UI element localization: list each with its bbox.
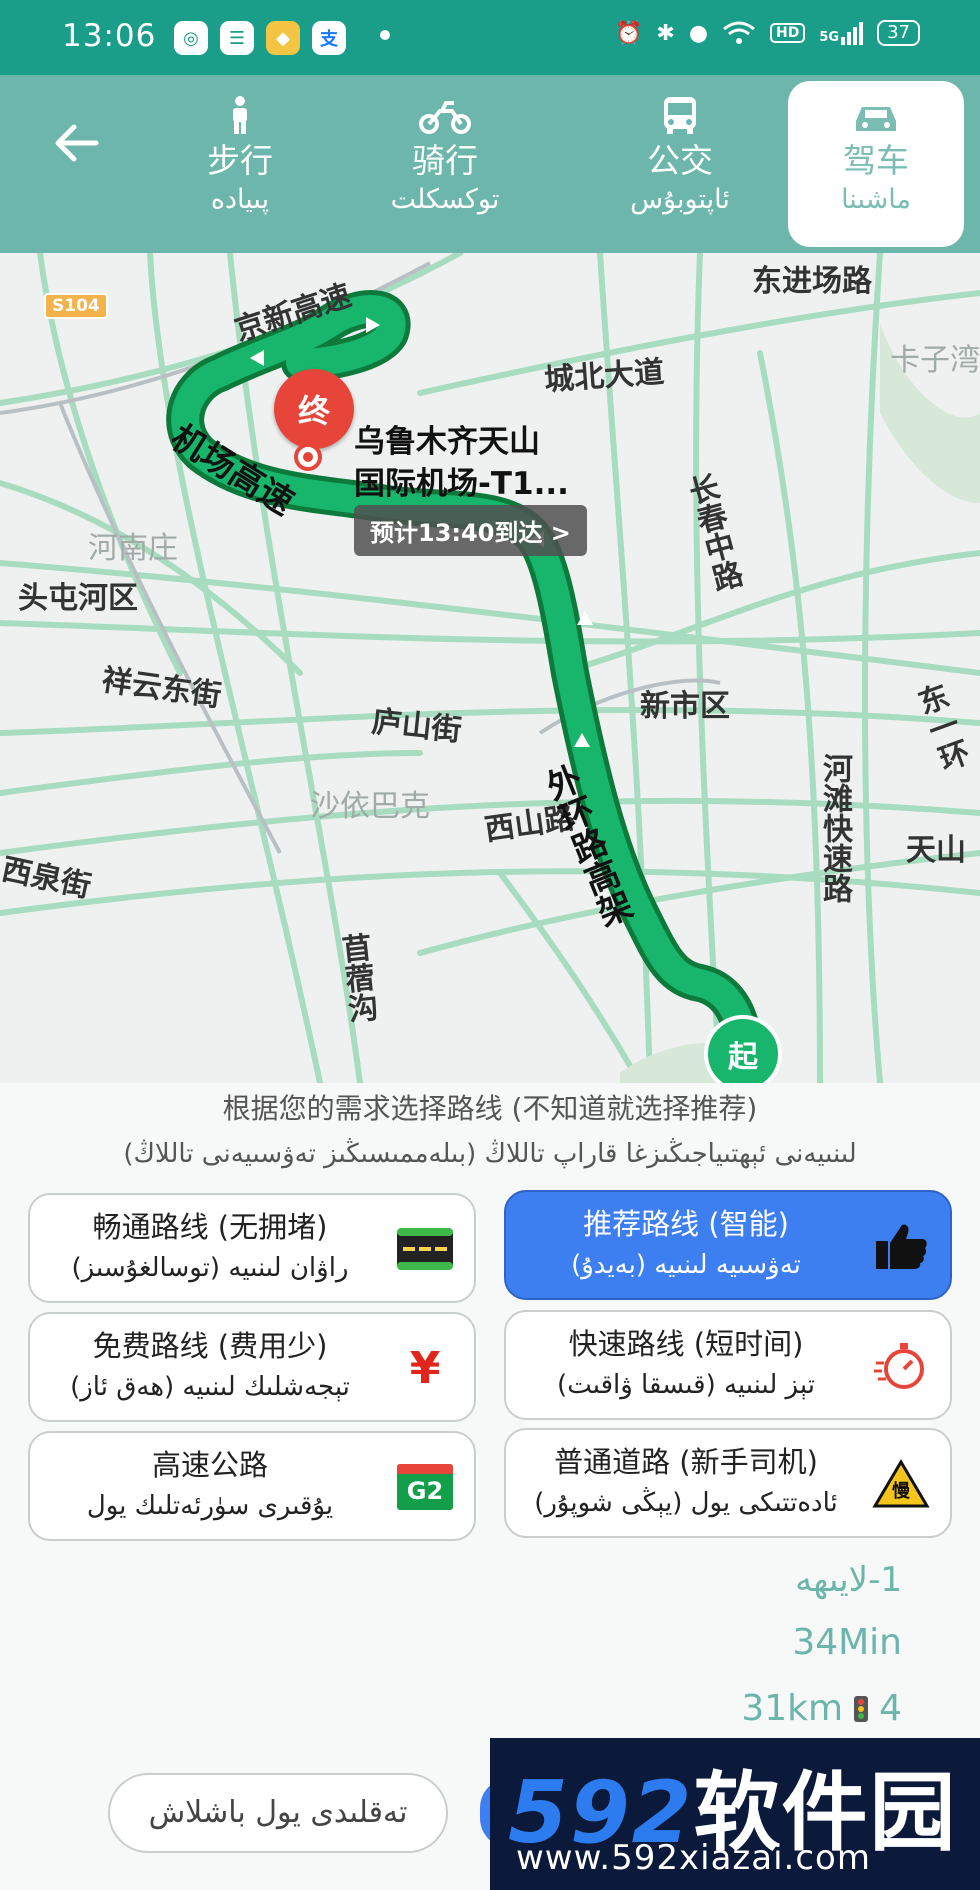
tab-ride-sublabel: توكسكلت: [390, 184, 500, 215]
highway-shield: S104: [44, 293, 108, 319]
simulate-navigation-button[interactable]: تەقلىدى يول باشلاش: [108, 1773, 448, 1853]
clear-road-icon: [396, 1223, 454, 1275]
network-type: 5G: [819, 29, 840, 45]
tab-bus-sublabel: ئاپتوبۇس: [630, 184, 730, 215]
map-label: 沙依巴克: [310, 789, 430, 824]
option-normal-road[interactable]: 普通道路 (新手司机) ئادەتتىكى يول (يېڭى شوپۇر) 慢: [504, 1428, 952, 1538]
travel-time: 34Min: [792, 1622, 902, 1663]
tab-bus[interactable]: 公交 ئاپتوبۇس: [610, 81, 750, 247]
option-clear-route[interactable]: 畅通路线 (无拥堵) راۋان لىنىيە (توسالغۇسىز): [28, 1193, 476, 1303]
option-label: 免费路线 (费用少): [92, 1329, 328, 1363]
option-free-route[interactable]: 免费路线 (费用少) تېجەشلىك لىنىيە (ھەق ئاز) ¥: [28, 1312, 476, 1422]
map-label: 庐山街: [370, 704, 464, 749]
more-notifications-dot: [380, 30, 390, 40]
option-highway[interactable]: 高速公路 يۇقىرى سۈرئەتلىك يول G2: [28, 1431, 476, 1541]
tab-drive-label: 驾车: [843, 141, 909, 180]
bus-icon: [610, 81, 750, 135]
option-sublabel: ئادەتتىكى يول (يېڭى شوپۇر): [534, 1488, 838, 1518]
end-marker[interactable]: 终: [274, 369, 354, 457]
map-label: 河滩快速路: [817, 753, 852, 903]
status-time: 13:06: [62, 18, 157, 54]
location-icon: ●: [688, 20, 709, 46]
plan-label: 1-لايىھە: [795, 1560, 902, 1600]
option-fast-route[interactable]: 快速路线 (短时间) تېز لىنىيە (قىسقا ۋاقىت): [504, 1310, 952, 1420]
status-indicators: ⏰ ✱ ● HD 5G 37: [615, 20, 920, 46]
route-map[interactable]: S104 京新高速 东进场路 城北大道 卡子湾 长春中路 河南庄 头屯河区 祥云…: [0, 253, 980, 1083]
alarm-icon: ⏰: [614, 20, 643, 46]
map-label: 城北大道: [543, 354, 666, 399]
motorcycle-icon: [370, 81, 520, 135]
map-label: 东进场路: [752, 264, 872, 299]
start-marker[interactable]: 起: [704, 1015, 782, 1083]
tab-bus-label: 公交: [647, 141, 713, 180]
option-label: 快速路线 (短时间): [568, 1327, 804, 1361]
map-label: 卡子湾: [890, 343, 980, 378]
traffic-light-count: 4: [879, 1688, 902, 1729]
alipay-icon: 支: [312, 21, 346, 55]
traffic-light-icon: [853, 1695, 869, 1723]
destination-poi-icon: [294, 443, 322, 471]
status-app-icons: ◎ ☰ ◆ 支: [174, 21, 346, 55]
walk-icon: [170, 81, 310, 135]
back-arrow-icon[interactable]: [48, 113, 108, 173]
watermark-url: www.592xiazai.com: [516, 1838, 871, 1878]
map-label: 河南庄: [88, 531, 178, 566]
option-label: 普通道路 (新手司机): [554, 1445, 818, 1479]
eta-chip[interactable]: 预计13:40到达 >: [354, 505, 587, 556]
g2-highway-icon: G2: [396, 1461, 454, 1513]
destination-name-line1: 乌鲁木齐天山: [354, 424, 540, 460]
option-sublabel: راۋان لىنىيە (توسالغۇسىز): [71, 1253, 349, 1283]
option-label: 畅通路线 (无拥堵): [92, 1210, 328, 1244]
instruction-zh: 根据您的需求选择路线 (不知道就选择推荐): [222, 1092, 758, 1125]
destination-name[interactable]: 乌鲁木齐天山 国际机场-T1...: [354, 421, 569, 505]
highway-badge: G2: [406, 1477, 444, 1505]
status-bar: 13:06 ◎ ☰ ◆ 支 ⏰ ✱ ● HD 5G 37: [0, 0, 980, 75]
tab-ride-label: 骑行: [412, 141, 478, 180]
option-sublabel: يۇقىرى سۈرئەتلىك يول: [86, 1491, 334, 1521]
map-label: 天山: [906, 833, 966, 868]
signal-icon: 5G: [819, 21, 864, 45]
map-label: 苜蓿沟: [334, 931, 379, 1025]
hd-badge: HD: [770, 23, 806, 43]
slow-badge: 慢: [892, 1481, 910, 1502]
tab-ride[interactable]: 骑行 توكسكلت: [370, 81, 520, 247]
tab-drive-sublabel: ماشىنا: [841, 184, 911, 215]
option-label: 推荐路线 (智能): [583, 1207, 789, 1241]
message-app-icon: ☰: [220, 21, 254, 55]
instruction-ug: لىنىيەنى ئېھتىياجىڭىزغا قاراپ تاللاڭ (بى…: [123, 1139, 857, 1169]
travel-mode-bar: 步行 پىيادە 骑行 توكسكلت 公交 ئاپتوبۇس 驾车 ماشى…: [0, 75, 980, 253]
option-recommended-route[interactable]: 推荐路线 (智能) تەۋسىيە لىنىيە (بەيدۇ): [504, 1190, 952, 1300]
thumbs-up-icon: [872, 1220, 930, 1272]
map-label: 新市区: [640, 689, 730, 724]
tab-walk[interactable]: 步行 پىيادە: [170, 81, 310, 247]
bluetooth-icon: ✱: [656, 20, 675, 46]
route-result[interactable]: 1-لايىھە 34Min 31km 4: [741, 1550, 902, 1742]
slow-sign-icon: 慢: [872, 1458, 930, 1510]
map-label: 头屯河区: [18, 581, 138, 616]
option-sublabel: تەۋسىيە لىنىيە (بەيدۇ): [571, 1250, 801, 1280]
option-label: 高速公路: [151, 1448, 268, 1482]
car-icon: [788, 81, 964, 135]
distance-row: 31km 4: [741, 1676, 902, 1742]
shopping-app-icon: ◆: [266, 21, 300, 55]
tab-walk-label: 步行: [207, 141, 273, 180]
route-instruction: 根据您的需求选择路线 (不知道就选择推荐) لىنىيەنى ئېھتىياجى…: [0, 1083, 980, 1177]
tab-drive[interactable]: 驾车 ماشىنا: [788, 81, 964, 247]
distance: 31km: [741, 1688, 844, 1729]
app-notification-icon: ◎: [174, 21, 208, 55]
stopwatch-icon: [872, 1340, 930, 1392]
tab-walk-sublabel: پىيادە: [210, 184, 270, 215]
option-sublabel: تېجەشلىك لىنىيە (ھەق ئاز): [70, 1372, 350, 1402]
battery-indicator: 37: [877, 20, 920, 46]
watermark-banner: 592软件园 www.592xiazai.com: [490, 1738, 980, 1890]
destination-name-line2: 国际机场-T1...: [354, 466, 569, 502]
wifi-icon: [723, 21, 755, 44]
option-sublabel: تېز لىنىيە (قىسقا ۋاقىت): [557, 1370, 815, 1400]
yuan-icon: ¥: [409, 1342, 441, 1394]
